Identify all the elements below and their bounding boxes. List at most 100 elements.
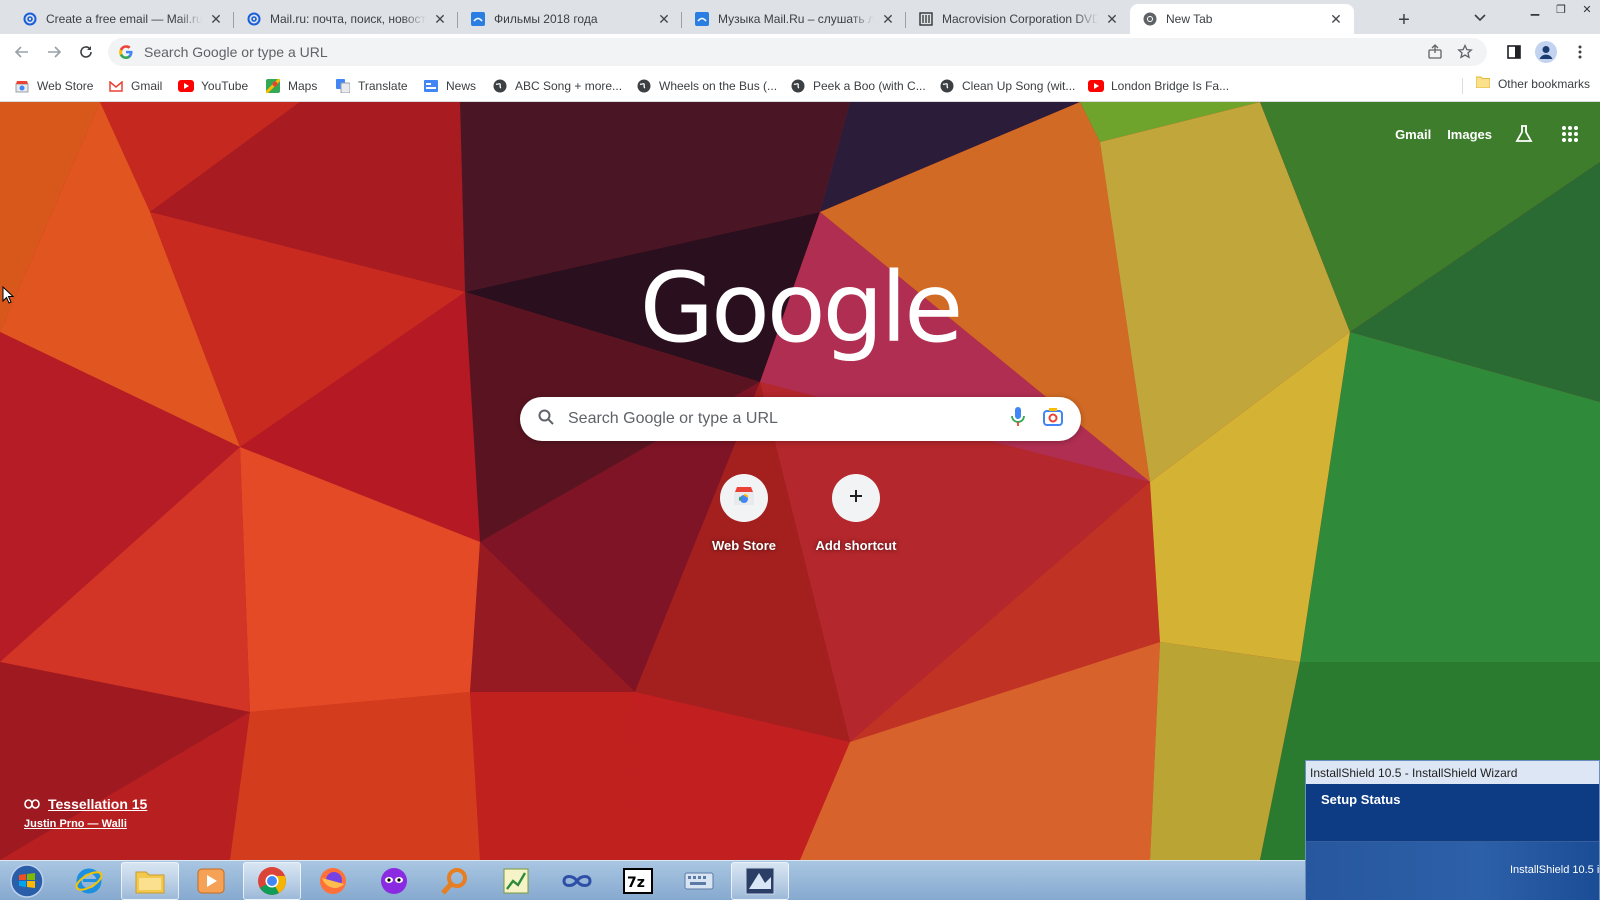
new-tab-button[interactable]: + <box>1390 6 1418 34</box>
start-button[interactable] <box>2 861 52 900</box>
svg-text:7z: 7z <box>627 875 645 891</box>
tab-title: Macrovision Corporation DVD <box>942 12 1098 26</box>
bookmark-peek-a-boo[interactable]: Peek a Boo (with C... <box>790 76 926 96</box>
apps-grid-icon[interactable] <box>1554 118 1586 150</box>
gmail-link[interactable]: Gmail <box>1395 127 1431 142</box>
tab-search-chevron-icon[interactable] <box>1470 8 1490 28</box>
taskbar-keyboard-app[interactable] <box>670 862 728 900</box>
taskbar-file-explorer[interactable] <box>121 862 179 900</box>
installshield-titlebar[interactable]: InstallShield 10.5 - InstallShield Wizar… <box>1306 761 1599 784</box>
file-explorer-icon <box>135 871 165 894</box>
tab-title: New Tab <box>1166 12 1213 26</box>
close-icon[interactable]: ✕ <box>1104 11 1120 27</box>
shortcut-tile <box>720 474 768 522</box>
back-arrow-icon[interactable] <box>8 38 36 66</box>
taskbar-internet-explorer[interactable] <box>60 862 118 900</box>
bookmark-translate[interactable]: Translate <box>335 76 408 96</box>
bookmark-star-icon[interactable] <box>1457 43 1473 65</box>
tab-films-2018[interactable]: Фильмы 2018 года ✕ <box>458 4 682 34</box>
attribution-title: Tessellation 15 <box>48 796 148 812</box>
ntp-search-box[interactable] <box>520 397 1081 441</box>
bookmark-label: News <box>446 79 477 93</box>
tab-title: Музыка Mail.Ru – слушать лу <box>718 12 874 26</box>
bookmark-clean-up-song[interactable]: Clean Up Song (wit... <box>939 76 1075 96</box>
shortcut-web-store[interactable]: Web Store <box>688 474 800 553</box>
taskbar-mask-app[interactable] <box>365 862 423 900</box>
taskbar-chrome[interactable] <box>243 862 301 900</box>
7zip-icon: 7z <box>623 868 653 894</box>
taskbar-chart-app[interactable] <box>487 862 545 900</box>
close-window-icon[interactable]: ✕ <box>1574 0 1600 18</box>
images-link[interactable]: Images <box>1447 127 1492 142</box>
close-icon[interactable]: ✕ <box>208 11 224 27</box>
side-panel-icon[interactable] <box>1500 38 1528 66</box>
share-icon[interactable] <box>1427 44 1443 65</box>
taskbar-firefox[interactable] <box>304 862 362 900</box>
mouse-cursor-icon <box>2 285 15 309</box>
globe-icon <box>939 78 955 94</box>
bookmark-gmail[interactable]: Gmail <box>108 76 162 96</box>
bookmark-news[interactable]: News <box>423 76 476 96</box>
ntp-search-input[interactable] <box>568 410 1011 428</box>
other-bookmarks[interactable]: Other bookmarks <box>1475 76 1590 91</box>
attribution-author-link[interactable]: Justin Prno — Walli <box>24 818 147 830</box>
bookmark-youtube[interactable]: YouTube <box>178 76 248 96</box>
ntp-top-links: Gmail Images <box>1395 118 1600 150</box>
search-icon <box>538 409 554 430</box>
taskbar-7zip[interactable]: 7z <box>609 862 667 900</box>
profile-avatar-icon[interactable] <box>1532 38 1560 66</box>
bookmark-london-bridge[interactable]: London Bridge Is Fa... <box>1088 76 1229 96</box>
close-icon[interactable]: ✕ <box>1328 11 1344 27</box>
taskbar-media-player[interactable] <box>182 862 240 900</box>
installshield-wizard-window[interactable]: InstallShield 10.5 - InstallShield Wizar… <box>1305 760 1600 900</box>
bookmark-maps[interactable]: Maps <box>265 76 317 96</box>
youtube-icon <box>1088 78 1104 94</box>
tab-mailru-create[interactable]: Create a free email — Mail.ru | ✕ <box>10 4 234 34</box>
webstore-icon <box>733 486 755 511</box>
taskbar-infinity-app[interactable] <box>548 862 606 900</box>
webstore-icon <box>14 78 30 94</box>
windows-orb-icon <box>10 864 44 898</box>
bookmark-web-store[interactable]: Web Store <box>14 76 93 96</box>
search-box-actions <box>1011 406 1063 432</box>
bookmark-abc-song[interactable]: ABC Song + more... <box>492 76 622 96</box>
bookmark-wheels-on-bus[interactable]: Wheels on the Bus (... <box>636 76 777 96</box>
media-player-icon <box>197 868 225 894</box>
microphone-icon[interactable] <box>1011 406 1025 432</box>
menu-kebab-icon[interactable] <box>1566 38 1594 66</box>
kino-icon <box>470 11 486 27</box>
attribution-title-link[interactable]: Tessellation 15 <box>24 796 147 812</box>
tab-music-mailru[interactable]: Музыка Mail.Ru – слушать лу ✕ <box>682 4 906 34</box>
close-icon[interactable]: ✕ <box>880 11 896 27</box>
reload-icon[interactable] <box>72 38 100 66</box>
firefox-icon <box>320 868 346 894</box>
taskbar-search-app[interactable] <box>426 862 484 900</box>
maps-icon <box>265 78 281 94</box>
camera-lens-icon[interactable] <box>1043 407 1063 431</box>
shortcut-add[interactable]: Add shortcut <box>800 474 912 553</box>
mask-app-icon <box>381 868 407 894</box>
omnibox-input[interactable] <box>144 44 1477 60</box>
bookmarks-bar: Web Store Gmail YouTube Maps Translate N… <box>0 70 1600 102</box>
forward-arrow-icon[interactable] <box>40 38 68 66</box>
tab-title: Фильмы 2018 года <box>494 12 598 26</box>
chrome-icon <box>1142 11 1158 27</box>
omnibox-actions <box>1427 43 1473 65</box>
bookmark-label: Translate <box>358 79 408 93</box>
tab-title: Mail.ru: почта, поиск, новости <box>270 12 426 26</box>
tab-macrovision[interactable]: Macrovision Corporation DVD ✕ <box>906 4 1130 34</box>
minimize-icon[interactable]: ▁ <box>1522 0 1548 18</box>
bookmark-label: Peek a Boo (with C... <box>813 79 926 93</box>
google-g-icon <box>118 44 134 60</box>
restore-icon[interactable]: ❐ <box>1548 0 1574 18</box>
tab-new-tab[interactable]: New Tab ✕ <box>1130 4 1354 34</box>
bookmark-label: London Bridge Is Fa... <box>1111 79 1230 93</box>
link-icon <box>24 799 40 809</box>
labs-flask-icon[interactable] <box>1508 118 1540 150</box>
tab-mailru-main[interactable]: Mail.ru: почта, поиск, новости ✕ <box>234 4 458 34</box>
address-bar[interactable] <box>108 38 1487 66</box>
close-icon[interactable]: ✕ <box>432 11 448 27</box>
taskbar-installshield[interactable] <box>731 862 789 900</box>
close-icon[interactable]: ✕ <box>656 11 672 27</box>
plus-icon <box>849 489 863 508</box>
